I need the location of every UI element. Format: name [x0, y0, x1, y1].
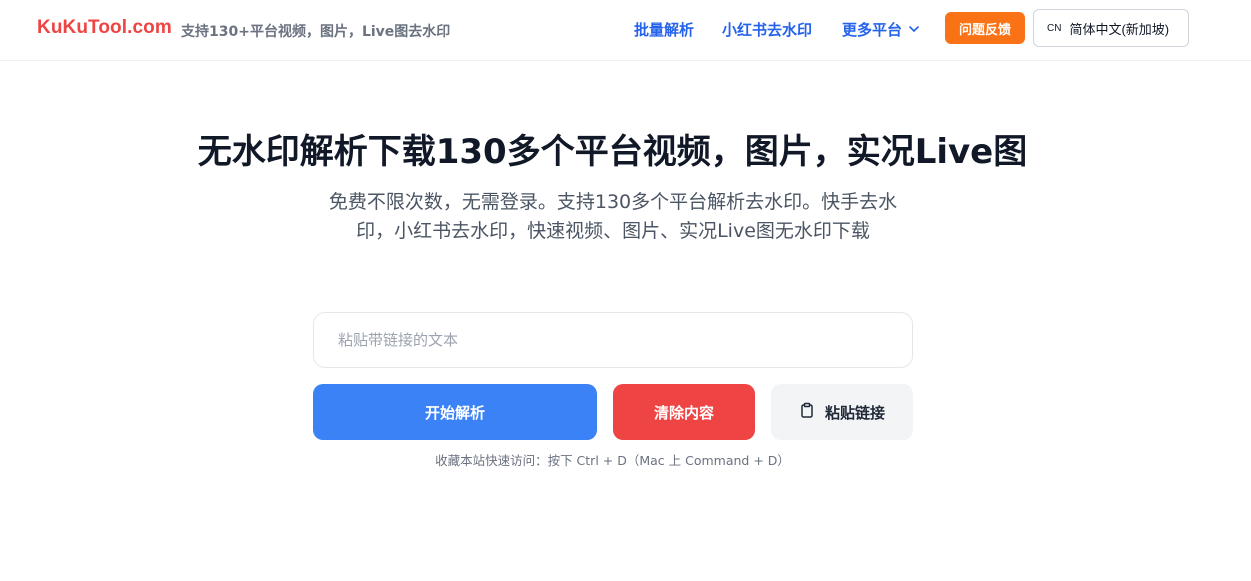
site-logo[interactable]: KuKuTool.com — [37, 17, 172, 39]
nav-xiaohongshu[interactable]: 小红书去水印 — [722, 19, 812, 40]
site-tagline: 支持130+平台视频，图片，Live图去水印 — [181, 24, 451, 40]
nav-more-label: 更多平台 — [842, 21, 903, 39]
bookmark-hint: 收藏本站快速访问：按下 Ctrl + D（Mac 上 Command + D） — [435, 453, 790, 468]
language-selector[interactable]: CN 简体中文(新加坡) — [1033, 9, 1189, 47]
site-header: KuKuTool.com 支持130+平台视频，图片，Live图去水印 批量解析… — [0, 0, 1251, 61]
clear-content-button[interactable]: 清除内容 — [613, 384, 755, 440]
clipboard-icon — [799, 402, 815, 422]
page-subtitle: 免费不限次数，无需登录。支持130多个平台解析去水印。快手去水印，小红书去水印，… — [328, 191, 898, 242]
nav-batch-parse[interactable]: 批量解析 — [634, 19, 694, 40]
paste-link-button[interactable]: 粘贴链接 — [771, 384, 913, 440]
start-parse-button[interactable]: 开始解析 — [313, 384, 597, 440]
language-label: 简体中文(新加坡) — [1069, 21, 1170, 37]
nav-more-platforms[interactable]: 更多平台 — [842, 19, 920, 40]
paste-link-label: 粘贴链接 — [824, 403, 885, 422]
page-title: 无水印解析下载130多个平台视频，图片，实况Live图 — [197, 132, 1028, 172]
chevron-down-icon — [908, 21, 920, 39]
link-input[interactable] — [313, 312, 913, 368]
feedback-button[interactable]: 问题反馈 — [945, 12, 1025, 44]
language-code: CN — [1047, 22, 1062, 34]
